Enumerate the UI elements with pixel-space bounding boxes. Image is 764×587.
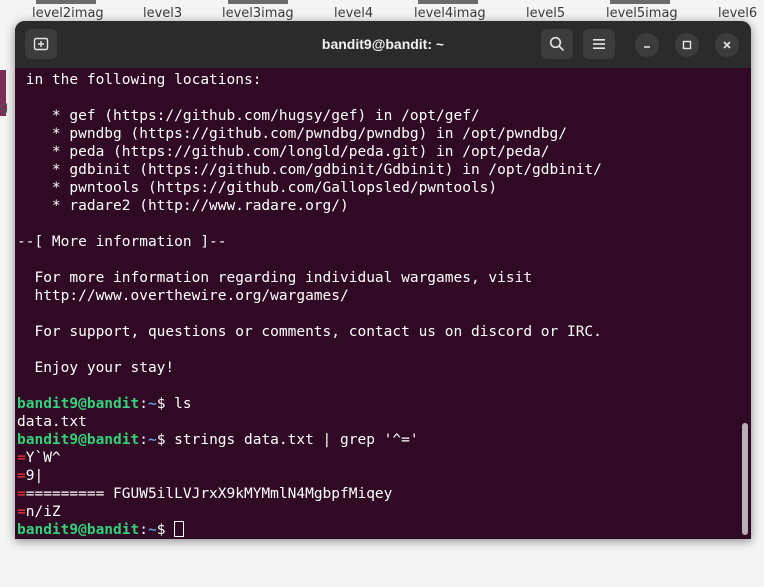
prompt-line[interactable]: bandit9@bandit:~$ [17,521,602,539]
terminal-line: For more information regarding individua… [17,270,533,286]
desktop-thumb [610,0,670,4]
search-button[interactable] [541,29,573,59]
command-text: ls [174,396,192,412]
grep-match: = [17,486,26,502]
minimize-icon [644,46,650,48]
prompt-line: bandit9@bandit:~$ ls [17,395,602,413]
prompt-symbol: $ [156,396,175,412]
terminal-output[interactable]: in the following locations: * gef (https… [15,68,751,539]
grep-result-line: =Y`W^ [17,449,602,467]
terminal-line: * gef (https://github.com/hugsy/gef) in … [17,108,480,124]
grep-rest: n/iZ [25,504,61,520]
grep-match: = [17,468,26,484]
terminal-line: For support, questions or comments, cont… [17,324,602,340]
grep-rest: 9| [25,468,44,484]
terminal-line: * gdbinit (https://github.com/gdbinit/Gd… [17,162,602,178]
prompt-separator: : [139,522,148,538]
close-button[interactable] [715,33,739,57]
prompt-path: ~ [147,432,157,448]
command-text: strings data.txt | grep '^=' [174,432,419,448]
desktop-icon-label[interactable]: level3 [143,6,182,21]
desktop-partial-label: g [0,100,9,115]
terminal-line: --[ More information ]-- [17,234,227,250]
prompt-line: bandit9@bandit:~$ strings data.txt | gre… [17,431,602,449]
text-cursor[interactable] [174,521,185,537]
desktop-thumb [36,0,96,4]
maximize-button[interactable] [675,33,699,57]
new-tab-button[interactable] [25,29,57,59]
prompt-user: bandit9@bandit [17,432,140,448]
search-icon [549,36,565,52]
terminal-line: in the following locations: [17,72,262,88]
scrollbar-thumb[interactable] [742,423,748,535]
new-tab-icon [33,37,49,51]
desktop-icon-label[interactable]: level4imag [414,6,486,21]
prompt-path: ~ [147,522,157,538]
desktop-icon-label[interactable]: level2imag [32,6,104,21]
desktop-thumb [418,0,478,4]
desktop-icon-label[interactable]: level5 [526,6,565,21]
desktop-icon-label[interactable]: level6 [718,6,757,21]
grep-match: = [17,504,26,520]
grep-result-line: ========== FGUW5ilLVJrxX9kMYMmlN4MgbpfMi… [17,485,602,503]
prompt-separator: : [139,432,148,448]
command-output: data.txt [17,414,87,430]
titlebar[interactable]: bandit9@bandit: ~ [15,21,751,68]
minimize-button[interactable] [635,33,659,57]
maximize-icon [682,40,692,50]
desktop-icon-label[interactable]: level4 [334,6,373,21]
terminal-line: * pwndbg (https://github.com/pwndbg/pwnd… [17,126,567,142]
hamburger-menu-icon [593,39,605,49]
terminal-line: http://www.overthewire.org/wargames/ [17,288,349,304]
terminal-line: Enjoy your stay! [17,360,175,376]
grep-match: = [17,450,26,466]
prompt-separator: : [139,396,148,412]
terminal-window[interactable]: bandit9@bandit: ~ in the following locat… [15,21,751,539]
prompt-symbol: $ [156,432,175,448]
grep-result-line: =9| [17,467,602,485]
desktop-icon-label[interactable]: level5imag [606,6,678,21]
menu-button[interactable] [583,29,615,59]
prompt-symbol: $ [156,522,175,538]
grep-rest: ========= FGUW5ilLVJrxX9kMYMmlN4MgbpfMiq… [25,486,393,502]
prompt-user: bandit9@bandit [17,522,140,538]
grep-rest: Y`W^ [25,450,61,466]
close-icon [723,41,731,49]
desktop-thumb [228,0,288,4]
terminal-line: * pwntools (https://github.com/Gallopsle… [17,180,498,196]
prompt-path: ~ [147,396,157,412]
desktop-icon-label[interactable]: level3imag [222,6,294,21]
grep-result-line: =n/iZ [17,503,602,521]
terminal-line: * peda (https://github.com/longld/peda.g… [17,144,550,160]
terminal-line: * radare2 (http://www.radare.org/) [17,198,349,214]
prompt-user: bandit9@bandit [17,396,140,412]
